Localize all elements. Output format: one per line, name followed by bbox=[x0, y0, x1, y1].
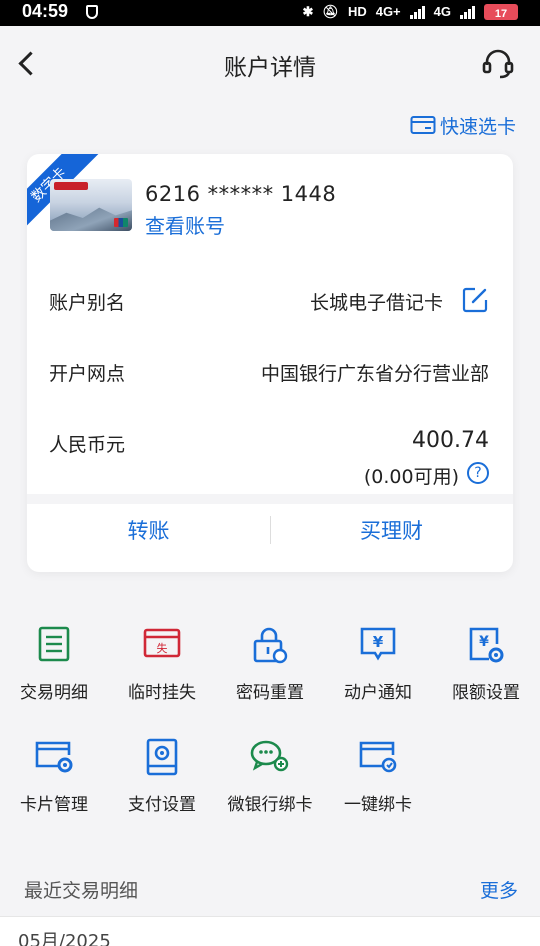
card-manage-icon bbox=[35, 741, 73, 773]
balance-amount: 400.74 bbox=[412, 428, 489, 453]
page-title: 账户详情 bbox=[224, 55, 316, 81]
status-icons: ✱ 🔕︎ HD 4G+ 4G 17 bbox=[303, 2, 518, 22]
function-password-reset[interactable]: 密码重置 bbox=[216, 618, 324, 708]
bluetooth-icon: ✱ bbox=[302, 4, 314, 19]
view-account-link[interactable]: 查看账号 bbox=[145, 210, 225, 239]
buy-wealth-button[interactable]: 买理财 bbox=[270, 504, 513, 572]
bank-logo-icon bbox=[54, 182, 88, 190]
wechat-bind-icon bbox=[250, 740, 289, 772]
payment-setting-icon bbox=[146, 738, 178, 776]
function-label: 交易明细 bbox=[20, 683, 88, 703]
svg-text:失: 失 bbox=[157, 642, 168, 655]
network-hd-label: HD bbox=[347, 4, 367, 19]
month-label: 05月/2025 bbox=[18, 931, 111, 946]
card-switch-icon bbox=[410, 115, 436, 134]
app-header: 账户详情 bbox=[0, 26, 540, 104]
function-limit-setting[interactable]: ¥ 限额设置 bbox=[432, 618, 540, 708]
function-label: 微银行绑卡 bbox=[227, 795, 313, 815]
signal-icon-1 bbox=[409, 5, 425, 19]
edit-icon[interactable] bbox=[461, 286, 489, 314]
headset-icon[interactable] bbox=[480, 46, 516, 82]
function-label: 动户通知 bbox=[344, 683, 412, 703]
function-wechat-bind[interactable]: 微银行绑卡 bbox=[216, 730, 324, 820]
function-card-manage[interactable]: 卡片管理 bbox=[0, 730, 108, 820]
status-bar: 04:59 ✱ 🔕︎ HD 4G+ 4G 17 bbox=[0, 0, 540, 26]
one-click-bind-icon bbox=[359, 741, 397, 773]
account-card: 数字卡 6216 ****** 1448 查看账号 账户别名 长城电子借记卡 开… bbox=[27, 154, 513, 572]
branch-label: 开户网点 bbox=[49, 363, 126, 385]
transfer-button[interactable]: 转账 bbox=[27, 504, 270, 572]
transaction-detail-icon bbox=[38, 626, 70, 662]
mute-icon: 🔕︎ bbox=[322, 4, 339, 19]
temporary-loss-icon: 失 bbox=[143, 628, 181, 658]
svg-text:¥: ¥ bbox=[479, 634, 489, 650]
help-icon[interactable]: ? bbox=[467, 462, 489, 484]
available-balance: (0.00可用) bbox=[363, 466, 459, 488]
function-payment-setting[interactable]: 支付设置 bbox=[108, 730, 216, 820]
card-actions: 转账 买理财 bbox=[27, 504, 513, 572]
quick-select-label: 快速选卡 bbox=[439, 116, 516, 138]
branch-value: 中国银行广东省分行营业部 bbox=[260, 363, 489, 385]
function-label: 支付设置 bbox=[128, 795, 196, 815]
function-temporary-loss[interactable]: 失 临时挂失 bbox=[108, 618, 216, 708]
account-alias-value: 长城电子借记卡 bbox=[309, 292, 443, 314]
card-number: 6216 ****** 1448 bbox=[145, 182, 337, 206]
account-alias-label: 账户别名 bbox=[49, 292, 126, 314]
battery-icon: 17 bbox=[484, 4, 518, 20]
password-reset-icon bbox=[253, 627, 288, 664]
svg-text:¥: ¥ bbox=[373, 633, 384, 651]
function-transaction-detail[interactable]: 交易明细 bbox=[0, 618, 108, 708]
function-one-click-bind[interactable]: 一键绑卡 bbox=[324, 730, 432, 820]
account-notify-icon: ¥ bbox=[360, 627, 396, 661]
card-image bbox=[50, 179, 132, 231]
shield-icon bbox=[86, 5, 98, 19]
more-link[interactable]: 更多 bbox=[480, 876, 518, 903]
signal-icon-2 bbox=[460, 5, 475, 19]
quick-select-card-button[interactable]: 快速选卡 bbox=[410, 112, 516, 139]
month-header: 05月/2025 bbox=[0, 916, 540, 946]
status-time: 04:59 bbox=[22, 1, 69, 21]
unionpay-icon bbox=[114, 218, 128, 227]
network-4g-label-1: 4G+ bbox=[375, 4, 401, 19]
function-label: 卡片管理 bbox=[20, 795, 88, 815]
network-4g-label-2: 4G bbox=[433, 4, 451, 19]
card-separator bbox=[27, 494, 513, 504]
function-label: 密码重置 bbox=[236, 683, 304, 703]
account-alias-row: 账户别名 长城电子借记卡 bbox=[49, 286, 489, 318]
currency-label: 人民币元 bbox=[49, 434, 126, 456]
function-account-notify[interactable]: ¥ 动户通知 bbox=[324, 618, 432, 708]
function-label: 一键绑卡 bbox=[344, 795, 412, 815]
function-label: 临时挂失 bbox=[128, 683, 196, 703]
limit-setting-icon: ¥ bbox=[469, 627, 504, 663]
function-label: 限额设置 bbox=[452, 683, 520, 703]
recent-transactions-title: 最近交易明细 bbox=[24, 880, 139, 902]
branch-row: 开户网点 中国银行广东省分行营业部 bbox=[49, 359, 489, 389]
